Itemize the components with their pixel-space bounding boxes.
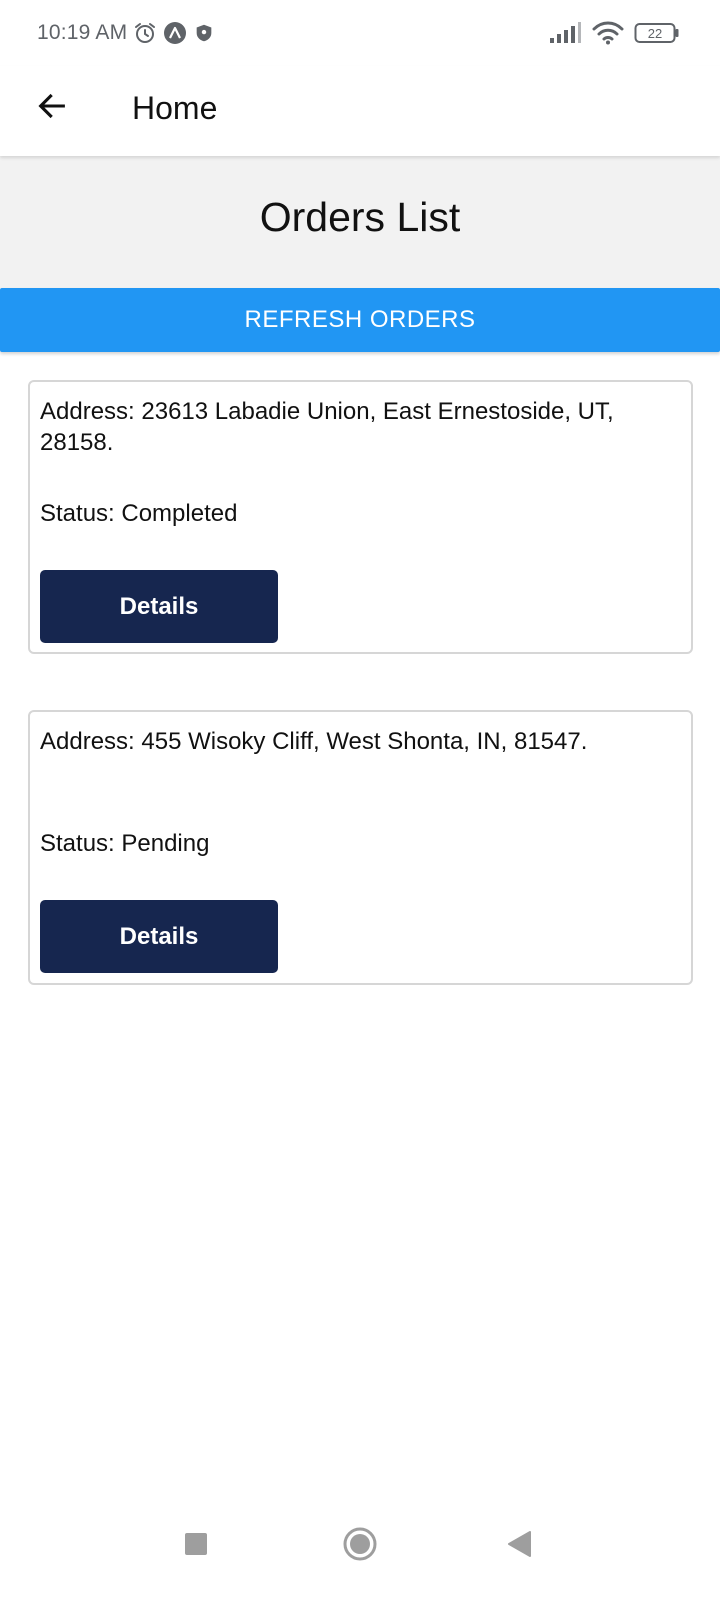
shield-icon [193, 22, 215, 44]
status-bar: 10:19 AM 22 [0, 0, 720, 66]
battery-level: 22 [647, 25, 663, 41]
order-card: Address: 23613 Labadie Union, East Ernes… [28, 380, 693, 654]
order-status: Status: Completed [40, 500, 238, 527]
app-title: Home [132, 90, 218, 126]
battery-icon: 22 [634, 22, 680, 44]
back-button[interactable] [30, 86, 74, 130]
order-card: Address: 455 Wisoky Cliff, West Shonta, … [28, 710, 693, 985]
order-status: Status: Pending [40, 830, 210, 857]
recents-square-icon[interactable] [184, 1532, 208, 1556]
back-triangle-icon[interactable] [506, 1530, 532, 1558]
screen: 10:19 AM 22 Home Orders List REFRESH ORD… [0, 0, 720, 1600]
app-notification-icon [163, 21, 187, 45]
status-time: 10:19 AM [37, 21, 128, 44]
alarm-icon [133, 21, 157, 45]
home-circle-icon[interactable] [342, 1526, 378, 1562]
details-button[interactable]: Details [40, 900, 278, 973]
order-address: Address: 455 Wisoky Cliff, West Shonta, … [40, 728, 588, 755]
system-nav-bar [0, 1510, 720, 1600]
header-band: Orders List [0, 156, 720, 288]
status-left: 10:19 AM [37, 21, 215, 45]
details-button[interactable]: Details [40, 570, 278, 643]
page-title: Orders List [259, 193, 461, 240]
status-right: 22 [548, 21, 680, 45]
order-address: Address: 23613 Labadie Union, East Ernes… [40, 398, 614, 456]
signal-icon [548, 22, 582, 44]
refresh-orders-button[interactable]: REFRESH ORDERS [0, 288, 720, 352]
app-bar: Home [0, 66, 720, 156]
wifi-icon [592, 21, 624, 45]
arrow-left-icon [35, 89, 69, 128]
